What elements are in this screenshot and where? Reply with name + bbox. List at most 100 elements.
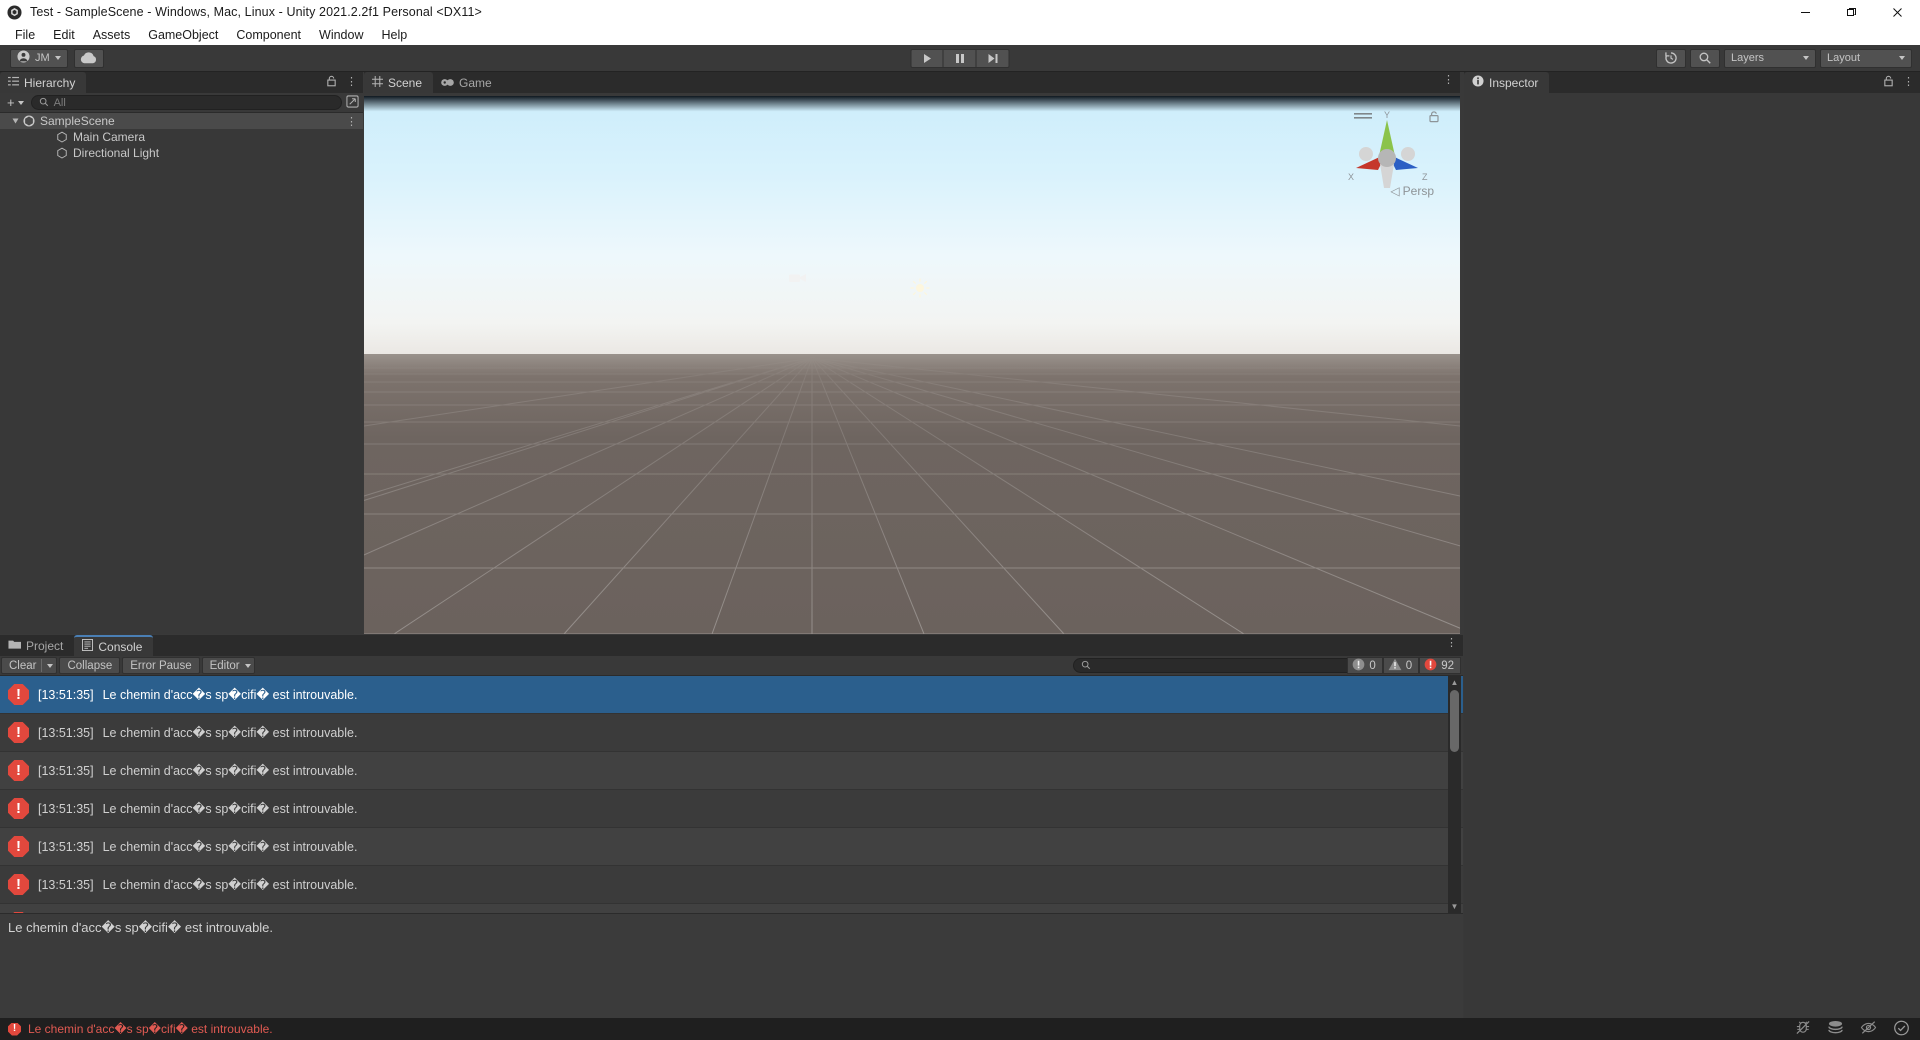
tab-inspector[interactable]: Inspector	[1464, 72, 1550, 93]
account-label: JM	[35, 52, 50, 64]
add-gameobject-button[interactable]: +	[4, 95, 27, 110]
main-camera-gizmo[interactable]	[788, 271, 808, 290]
console-log-row[interactable]: ! [13:51:35] Le chemin d'acc�s sp�cifi� …	[0, 790, 1463, 828]
console-log-row[interactable]: ! [13:51:35] Le chemin d'acc�s sp�cifi� …	[0, 866, 1463, 904]
maximize-button[interactable]	[1828, 0, 1874, 24]
console-tab-actions: ⋮	[1446, 638, 1457, 649]
layers-label: Layers	[1731, 52, 1765, 64]
menu-item-edit[interactable]: Edit	[44, 26, 84, 44]
hierarchy-row-directional-light[interactable]: Directional Light	[0, 145, 363, 161]
inspector-tab-label: Inspector	[1489, 75, 1539, 90]
console-toolbar: Clear Collapse Error Pause Editor 0 0 92	[0, 656, 1463, 676]
play-controls	[910, 48, 1010, 68]
error-icon	[1424, 658, 1437, 674]
search-icon[interactable]	[1690, 48, 1720, 68]
console-log-list[interactable]: ! [13:51:35] Le chemin d'acc�s sp�cifi� …	[0, 676, 1463, 913]
warning-count: 0	[1405, 659, 1413, 672]
kebab-menu-icon[interactable]: ⋮	[346, 77, 357, 88]
menu-item-component[interactable]: Component	[227, 26, 310, 44]
kebab-menu-icon[interactable]: ⋮	[1903, 77, 1914, 88]
console-scrollbar[interactable]: ▲ ▼	[1448, 676, 1461, 913]
scroll-down-arrow-icon[interactable]: ▼	[1448, 900, 1461, 913]
console-log-row[interactable]: ! [13:51:35] Le chemin d'acc�s sp�cifi� …	[0, 676, 1463, 714]
tab-hierarchy[interactable]: Hierarchy	[0, 72, 87, 93]
lock-icon[interactable]	[326, 75, 337, 90]
tab-console[interactable]: Console	[74, 635, 154, 656]
error-pause-button[interactable]: Error Pause	[122, 657, 200, 674]
chevron-down-icon	[17, 100, 24, 105]
hierarchy-tabbar: Hierarchy ⋮	[0, 72, 363, 93]
console-log-row[interactable]: ! [13:51:35] Le chemin d'acc�s sp�cifi� …	[0, 714, 1463, 752]
kebab-menu-icon[interactable]: ⋮	[1446, 638, 1457, 649]
console-log-row[interactable]: ! [13:51:35] Le chemin d'acc�s sp�cifi� …	[0, 828, 1463, 866]
persp-arrow-icon: ◁	[1390, 184, 1400, 198]
check-circle-icon[interactable]	[1893, 1020, 1910, 1039]
close-button[interactable]	[1874, 0, 1920, 24]
collab-icon[interactable]	[1827, 1020, 1844, 1038]
log-count-toggle[interactable]: 0	[1347, 657, 1383, 674]
layers-dropdown[interactable]: Layers	[1724, 48, 1816, 68]
log-icon	[1352, 658, 1365, 674]
tab-scene[interactable]: Scene	[364, 72, 434, 93]
inspector-tab-actions: ⋮	[1883, 75, 1914, 90]
menu-item-file[interactable]: File	[6, 26, 44, 44]
menu-item-window[interactable]: Window	[310, 26, 372, 44]
console-log-row[interactable]: ! [13:51:35] Le chemin d'acc�s sp�cifi� …	[0, 904, 1463, 913]
menu-bar: File Edit Assets GameObject Component Wi…	[0, 24, 1920, 45]
scene-tab-actions: ⋮	[1443, 75, 1454, 86]
console-detail-pane[interactable]: Le chemin d'acc�s sp�cifi� est introuvab…	[0, 913, 1463, 1018]
kebab-menu-icon[interactable]: ⋮	[346, 115, 357, 128]
menu-item-gameobject[interactable]: GameObject	[139, 26, 227, 44]
minimize-button[interactable]	[1782, 0, 1828, 24]
scene-tab-label: Scene	[388, 75, 423, 90]
console-icon	[82, 639, 94, 654]
inspector-content-empty	[1464, 93, 1920, 1018]
hierarchy-search-input[interactable]: All	[30, 95, 342, 110]
kebab-menu-icon[interactable]: ⋮	[1443, 75, 1454, 86]
console-log-row[interactable]: ! [13:51:35] Le chemin d'acc�s sp�cifi� …	[0, 752, 1463, 790]
status-bar[interactable]: ! Le chemin d'acc�s sp�cifi� est introuv…	[0, 1018, 1920, 1040]
scene-view-mode-label[interactable]: ◁ Persp	[1390, 184, 1434, 198]
gizmo-axis-z-label: Z	[1422, 172, 1428, 182]
scroll-up-arrow-icon[interactable]: ▲	[1448, 676, 1461, 689]
menu-item-help[interactable]: Help	[372, 26, 416, 44]
directional-light-gizmo[interactable]	[910, 278, 930, 303]
editor-workspace: Hierarchy ⋮ + All SampleScene ⋮ Main Cam…	[0, 72, 1920, 1018]
scrollbar-thumb[interactable]	[1450, 690, 1459, 752]
preview-packages-icon[interactable]	[1860, 1020, 1877, 1038]
error-count-toggle[interactable]: 92	[1419, 657, 1461, 674]
chevron-down-icon[interactable]	[47, 663, 54, 668]
hierarchy-icon	[8, 76, 19, 90]
console-tabbar: Project Console ⋮	[0, 635, 1463, 656]
collapse-button[interactable]: Collapse	[59, 657, 121, 674]
warning-count-toggle[interactable]: 0	[1382, 657, 1420, 674]
tab-project[interactable]: Project	[0, 635, 74, 656]
menu-item-assets[interactable]: Assets	[84, 26, 140, 44]
error-icon: !	[8, 760, 29, 781]
gamepad-icon	[441, 76, 454, 90]
account-button[interactable]: JM	[10, 48, 68, 68]
log-time: [13:51:35]	[38, 687, 94, 702]
play-button[interactable]	[910, 48, 944, 68]
folder-icon	[8, 639, 21, 653]
console-search-input[interactable]	[1073, 658, 1363, 673]
scene-viewport[interactable]: Y X Z ◁ Persp	[364, 96, 1460, 634]
expand-search-icon[interactable]	[346, 94, 359, 111]
pause-button[interactable]	[943, 48, 977, 68]
hierarchy-row-samplescene[interactable]: SampleScene ⋮	[0, 113, 363, 129]
tab-game[interactable]: Game	[433, 72, 503, 93]
expand-triangle-icon[interactable]	[12, 118, 19, 124]
editor-dropdown[interactable]: Editor	[201, 657, 255, 674]
layout-dropdown[interactable]: Layout	[1820, 48, 1912, 68]
bug-disabled-icon[interactable]	[1795, 1020, 1811, 1038]
step-button[interactable]	[976, 48, 1010, 68]
hierarchy-row-main-camera[interactable]: Main Camera	[0, 129, 363, 145]
lock-icon[interactable]	[1883, 75, 1894, 90]
persp-text: Persp	[1402, 184, 1434, 198]
clear-button[interactable]: Clear	[1, 657, 58, 674]
log-time: [13:51:35]	[38, 877, 94, 892]
undo-history-icon[interactable]	[1656, 48, 1686, 68]
cloud-services-button[interactable]	[73, 48, 104, 68]
layout-label: Layout	[1827, 52, 1861, 64]
detail-text: Le chemin d'acc�s sp�cifi� est introuvab…	[8, 920, 274, 935]
